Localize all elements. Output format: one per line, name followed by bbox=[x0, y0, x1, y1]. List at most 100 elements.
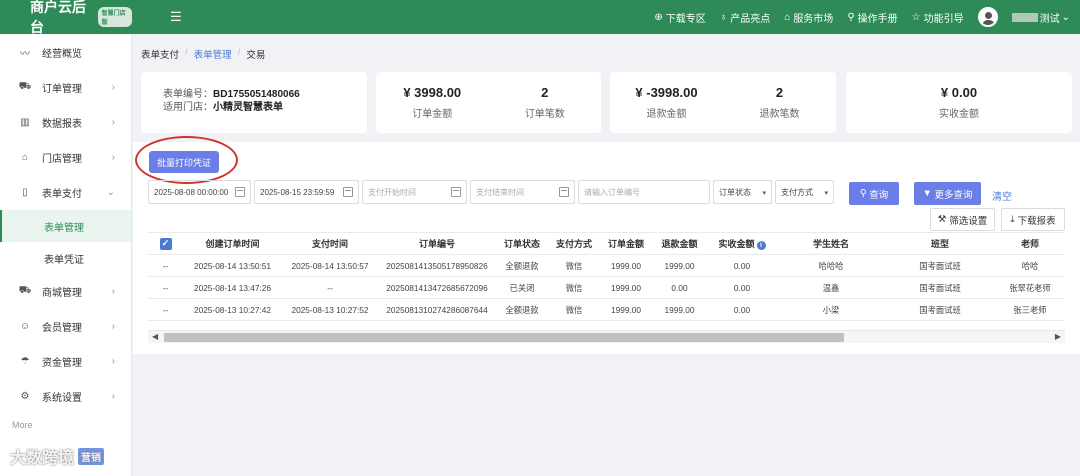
calendar-icon bbox=[343, 187, 353, 197]
topnav-market[interactable]: ⌂ 服务市场 bbox=[784, 10, 833, 25]
chevron-right-icon: › bbox=[111, 82, 115, 93]
column-header[interactable]: 老师 bbox=[995, 237, 1065, 250]
table-cell: 2025-08-14 13:50:57 bbox=[291, 260, 369, 271]
scroll-right-icon[interactable]: ▶ bbox=[1055, 332, 1061, 341]
table-cell: 微信 bbox=[565, 260, 583, 271]
filter-settings-button[interactable]: ⚒ 筛选设置 bbox=[930, 208, 995, 231]
topnav-label: 操作手册 bbox=[857, 13, 898, 25]
table-cell: 1999.00 bbox=[611, 260, 641, 271]
table-cell: 0.00 bbox=[671, 282, 688, 293]
column-header[interactable]: 班型 bbox=[885, 237, 995, 250]
pay-start-placeholder: 支付开始时间 bbox=[368, 187, 416, 197]
topnav-highlights[interactable]: ♁ 产品亮点 bbox=[720, 10, 771, 25]
sidebar-more[interactable]: More bbox=[0, 414, 131, 436]
topnav-guide[interactable]: ☆ 功能引导 bbox=[912, 10, 964, 25]
annotation-circle bbox=[135, 136, 238, 184]
brand[interactable]: 商户云后台 智慧门店版 bbox=[0, 0, 132, 37]
column-header[interactable]: 支付时间 bbox=[282, 237, 378, 250]
check-icon: ✓ bbox=[159, 237, 172, 250]
column-header[interactable]: 订单状态 bbox=[496, 237, 548, 250]
sidebar-sub-form-management[interactable]: 表单管理 bbox=[0, 210, 131, 242]
download-report-button[interactable]: ⤓ 下载报表 bbox=[1001, 208, 1065, 231]
table-cell: -- bbox=[327, 282, 333, 293]
scrollbar-thumb[interactable] bbox=[164, 333, 844, 342]
sidebar-item-settings[interactable]: ⚙ 系统设置 › bbox=[0, 379, 131, 414]
pay-method-select[interactable]: 支付方式 ▾ bbox=[775, 180, 834, 204]
end-date-field[interactable]: 2025-08-15 23:59:59 bbox=[254, 180, 359, 204]
info-icon[interactable]: i bbox=[756, 241, 766, 250]
table-row[interactable]: -- 2025-08-13 10:27:42 2025-08-13 10:27:… bbox=[148, 299, 1065, 321]
table-row[interactable]: -- 2025-08-14 13:47:26 -- 20250814134726… bbox=[148, 277, 1065, 299]
table-cell: 2025-08-13 10:27:52 bbox=[291, 304, 369, 315]
start-date-value: 2025-08-08 00:00:00 bbox=[154, 187, 229, 197]
order-amount-label: 订单金额 bbox=[412, 109, 453, 120]
column-header[interactable]: 实收金额 i bbox=[707, 237, 777, 250]
sidebar-item-stores[interactable]: ⌂ 门店管理 › bbox=[0, 140, 131, 175]
received-amount-label: 实收金额 bbox=[939, 109, 979, 120]
sidebar-item-form-payment[interactable]: ▯ 表单支付 ⌄ bbox=[0, 175, 131, 210]
bookmark-icon: ▯ bbox=[22, 187, 28, 198]
refund-amount-value: ¥ -3998.00 bbox=[635, 85, 698, 100]
sidebar-sub-form-voucher[interactable]: 表单凭证 bbox=[0, 242, 131, 274]
order-no-placeholder: 请输入订单编号 bbox=[584, 187, 640, 197]
order-no-input[interactable]: 请输入订单编号 bbox=[578, 180, 710, 204]
horizontal-scrollbar[interactable]: ◀ ▶ bbox=[148, 330, 1065, 343]
more-query-button[interactable]: ▼ 更多查询 bbox=[914, 182, 981, 205]
bar-chart-icon: ▥ bbox=[20, 117, 30, 128]
avatar[interactable] bbox=[977, 7, 998, 27]
column-header[interactable]: 订单金额 bbox=[600, 237, 652, 250]
column-header[interactable]: 学生姓名 bbox=[777, 237, 885, 250]
table-row[interactable]: -- 2025-08-14 13:50:51 2025-08-14 13:50:… bbox=[148, 255, 1065, 277]
order-count-label: 订单笔数 bbox=[524, 109, 565, 120]
start-date-field[interactable]: 2025-08-08 00:00:00 bbox=[148, 180, 251, 204]
table-cell: 0.00 bbox=[733, 282, 751, 293]
breadcrumb-item[interactable]: 表单管理 bbox=[194, 47, 232, 61]
topnav-label: 服务市场 bbox=[793, 13, 834, 25]
scroll-left-icon[interactable]: ◀ bbox=[152, 332, 158, 341]
topnav-download[interactable]: ⊕ 下载专区 bbox=[654, 10, 705, 25]
table-cell: 0.00 bbox=[733, 304, 751, 315]
breadcrumb-separator: / bbox=[237, 47, 241, 58]
sidebar-item-reports[interactable]: ▥ 数据报表 › bbox=[0, 105, 131, 140]
umbrella-icon: ☂ bbox=[20, 356, 30, 367]
download-icon: ⤓ bbox=[1010, 214, 1015, 225]
table-cell: 2025-08-13 10:27:42 bbox=[193, 304, 272, 315]
order-count-value: 2 bbox=[541, 85, 549, 100]
pay-start-field[interactable]: 支付开始时间 bbox=[362, 180, 467, 204]
sidebar-item-label: 门店管理 bbox=[42, 154, 82, 165]
column-header[interactable]: 支付方式 bbox=[548, 237, 600, 250]
query-button[interactable]: ⚲ 查询 bbox=[849, 182, 899, 205]
breadcrumb-separator: / bbox=[185, 47, 188, 58]
sidebar-item-label: 系统设置 bbox=[42, 393, 82, 404]
download-report-label: 下载报表 bbox=[1017, 215, 1056, 227]
table-cell: 微信 bbox=[565, 282, 583, 293]
pay-method-value: 支付方式 bbox=[781, 187, 813, 197]
sidebar-item-funds[interactable]: ☂ 资金管理 › bbox=[0, 344, 131, 379]
topnav-manual[interactable]: ⚲ 操作手册 bbox=[847, 10, 897, 25]
main-content: 表单支付 / 表单管理 / 交易 表单编号：BD1755051480066 适用… bbox=[133, 34, 1080, 476]
sidebar-item-overview[interactable]: 〰 经营概览 bbox=[0, 35, 131, 70]
menu-toggle-icon[interactable]: ☰ bbox=[170, 9, 182, 25]
sidebar-item-members[interactable]: ☺ 会员管理 › bbox=[0, 309, 131, 344]
download-icon: ⊕ bbox=[654, 11, 663, 23]
sidebar-item-orders[interactable]: ⛟ 订单管理 › bbox=[0, 70, 131, 105]
order-status-select[interactable]: 订单状态 ▾ bbox=[713, 180, 772, 204]
user-menu[interactable]: 测试 ⌄ bbox=[1011, 10, 1070, 25]
pay-end-field[interactable]: 支付结束时间 bbox=[470, 180, 575, 204]
breadcrumb: 表单支付 / 表单管理 / 交易 bbox=[141, 47, 265, 61]
form-no-value: BD1755051480066 bbox=[213, 89, 300, 100]
clear-link[interactable]: 清空 bbox=[992, 188, 1012, 203]
chevron-down-icon: ⌄ bbox=[1061, 11, 1070, 23]
table-cell: 2025-08-14 13:50:51 bbox=[193, 260, 272, 271]
column-header[interactable]: 订单编号 bbox=[378, 237, 496, 250]
chevron-right-icon: › bbox=[111, 117, 115, 128]
wrench-icon: ⚒ bbox=[937, 214, 947, 225]
sidebar-item-mall[interactable]: ⛟ 商城管理 › bbox=[0, 274, 131, 309]
select-all-checkbox[interactable]: ✓ bbox=[148, 237, 183, 250]
column-header[interactable]: 创建订单时间 bbox=[183, 237, 282, 250]
sidebar-item-label: 经营概览 bbox=[42, 49, 82, 60]
breadcrumb-item[interactable]: 表单支付 bbox=[141, 47, 179, 61]
column-header[interactable]: 退款金额 bbox=[652, 237, 707, 250]
table-cell: 20250814135051789508​26 bbox=[386, 260, 488, 271]
table-cell: 国考面试班 bbox=[919, 260, 961, 271]
